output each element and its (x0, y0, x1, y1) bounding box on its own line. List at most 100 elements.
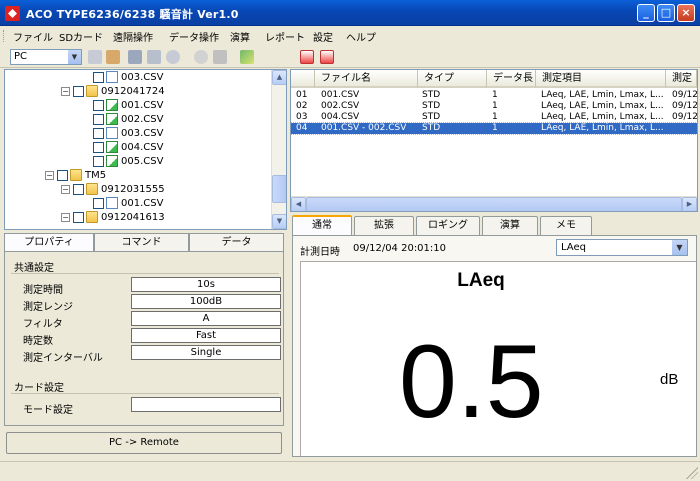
minimize-button[interactable]: _ (637, 4, 655, 22)
resize-grip-icon[interactable] (686, 467, 698, 479)
tree-item[interactable]: − TM5 (45, 169, 106, 183)
cell-length: 1 (492, 90, 498, 100)
checkbox[interactable] (93, 155, 104, 167)
prop-value-mode[interactable] (131, 397, 281, 412)
scroll-left-icon[interactable]: ◀ (291, 197, 306, 211)
cell-type: STD (422, 90, 441, 100)
scroll-thumb[interactable] (306, 197, 682, 211)
tree-scrollbar[interactable]: ▲ ▼ (271, 70, 286, 229)
tree-item-label: 005.CSV (121, 156, 164, 167)
tree-item[interactable]: 003.CSV (93, 71, 163, 85)
cell-date: 09/12 (672, 101, 698, 111)
maximize-button[interactable]: □ (657, 4, 675, 22)
close-button[interactable]: × (677, 4, 695, 22)
column-header-date[interactable]: 測定 (666, 70, 697, 88)
menu-calc[interactable]: 演算 (230, 29, 250, 44)
cell-no: 03 (296, 112, 308, 122)
search-icon[interactable] (166, 50, 180, 64)
checkbox[interactable] (93, 127, 104, 139)
chart-icon[interactable] (240, 50, 254, 64)
checkbox[interactable] (73, 211, 84, 223)
prop-label: 時定数 (23, 336, 53, 347)
column-header-no[interactable] (291, 70, 315, 88)
prop-value-time-constant[interactable]: Fast (131, 328, 281, 343)
tab-logging[interactable]: ロギング (416, 216, 480, 235)
collapse-icon[interactable]: − (61, 184, 70, 194)
play-icon[interactable] (194, 50, 208, 64)
menu-sdcard[interactable]: SDカード (59, 29, 103, 44)
checkbox[interactable] (73, 183, 84, 195)
column-header-length[interactable]: データ長 (487, 70, 536, 88)
measure-item-select[interactable]: LAeq ▼ (556, 239, 688, 256)
datetime-value: 09/12/04 20:01:10 (353, 243, 447, 254)
window-title: ACO TYPE6236/6238 騒音計 Ver1.0 (26, 8, 239, 21)
tree-item[interactable]: 001.CSV (93, 99, 163, 113)
tab-command[interactable]: コマンド (94, 233, 189, 251)
menu-report[interactable]: レポート (265, 29, 305, 44)
tree-item[interactable]: − 0912031555 (61, 183, 165, 197)
scroll-down-icon[interactable]: ▼ (272, 214, 286, 229)
cell-date: 09/12 (672, 90, 698, 100)
file-list[interactable]: ファイル名 タイプ データ長 測定項目 測定 01 001.CSV STD 1 … (290, 69, 698, 212)
checkbox[interactable] (93, 113, 104, 125)
collapse-icon[interactable]: − (45, 170, 54, 180)
tab-data[interactable]: データ (189, 233, 284, 251)
menu-remote[interactable]: 遠隔操作 (113, 29, 153, 44)
checkbox[interactable] (93, 71, 104, 83)
export-icon[interactable] (300, 50, 314, 64)
scroll-thumb[interactable] (272, 175, 286, 203)
tree-item[interactable]: 005.CSV (93, 155, 163, 169)
menu-bar: ファイル SDカード 遠隔操作 データ操作 演算 レポート 設定 ヘルプ (0, 26, 700, 45)
source-select[interactable]: PC ▼ (10, 49, 82, 65)
tab-memo[interactable]: メモ (540, 216, 592, 235)
tab-calc[interactable]: 演算 (482, 216, 538, 235)
right-toolbar (290, 46, 700, 68)
tab-extended[interactable]: 拡張 (354, 216, 414, 235)
tree-item[interactable]: − 0912041724 (61, 85, 165, 99)
table-row-selected[interactable]: 04 001.CSV - 002.CSV STD 1 LAeq, LAE, Lm… (291, 122, 697, 135)
wand-icon[interactable] (128, 50, 142, 64)
tree-item[interactable]: 001.CSV (93, 197, 163, 211)
prop-value-filter[interactable]: A (131, 311, 281, 326)
column-header-filename[interactable]: ファイル名 (315, 70, 418, 88)
column-header-items[interactable]: 測定項目 (536, 70, 666, 88)
menu-help[interactable]: ヘルプ (346, 29, 376, 44)
stop-icon[interactable] (213, 50, 227, 64)
copy-icon[interactable] (106, 50, 120, 64)
prop-value-time[interactable]: 10s (131, 277, 281, 292)
checkbox[interactable] (57, 169, 68, 181)
table-row[interactable]: 02 002.CSV STD 1 LAeq, LAE, Lmin, Lmax, … (291, 101, 697, 112)
pc-to-remote-button[interactable]: PC -> Remote (6, 432, 282, 454)
file-tree[interactable]: 003.CSV − 0912041724 001.CSV 002.CSV 003.… (4, 69, 287, 230)
menu-data[interactable]: データ操作 (169, 29, 219, 44)
title-bar: ACO TYPE6236/6238 騒音計 Ver1.0 _ □ × (0, 0, 700, 26)
checkbox[interactable] (73, 85, 84, 97)
collapse-icon[interactable]: − (61, 86, 70, 96)
prop-value-interval[interactable]: Single (131, 345, 281, 360)
menu-settings[interactable]: 設定 (313, 29, 333, 44)
checkbox[interactable] (93, 99, 104, 111)
menu-grip (3, 30, 6, 42)
list-hscrollbar[interactable]: ◀ ▶ (291, 196, 697, 211)
tab-normal[interactable]: 通常 (292, 215, 352, 235)
delete-icon[interactable] (320, 50, 334, 64)
column-header-type[interactable]: タイプ (418, 70, 487, 88)
scroll-up-icon[interactable]: ▲ (272, 70, 286, 85)
table-row[interactable]: 03 004.CSV STD 1 LAeq, LAE, Lmin, Lmax, … (291, 112, 697, 123)
tree-item[interactable]: 002.CSV (93, 113, 163, 127)
table-row[interactable]: 01 001.CSV STD 1 LAeq, LAE, Lmin, Lmax, … (291, 90, 697, 101)
tree-item[interactable]: 004.CSV (93, 141, 163, 155)
app-icon (5, 6, 20, 21)
collapse-icon[interactable]: − (61, 212, 70, 222)
new-folder-icon[interactable] (88, 50, 102, 64)
prop-value-range[interactable]: 100dB (131, 294, 281, 309)
menu-file[interactable]: ファイル (13, 29, 53, 44)
checkbox[interactable] (93, 197, 104, 209)
scroll-right-icon[interactable]: ▶ (682, 197, 697, 211)
cell-items: LAeq, LAE, Lmin, Lmax, L... (541, 101, 664, 111)
tab-properties[interactable]: プロパティ (4, 233, 94, 252)
tree-item[interactable]: − 0912041613 (61, 211, 165, 225)
tree-item[interactable]: 003.CSV (93, 127, 163, 141)
checkbox[interactable] (93, 141, 104, 153)
paint-icon[interactable] (147, 50, 161, 64)
